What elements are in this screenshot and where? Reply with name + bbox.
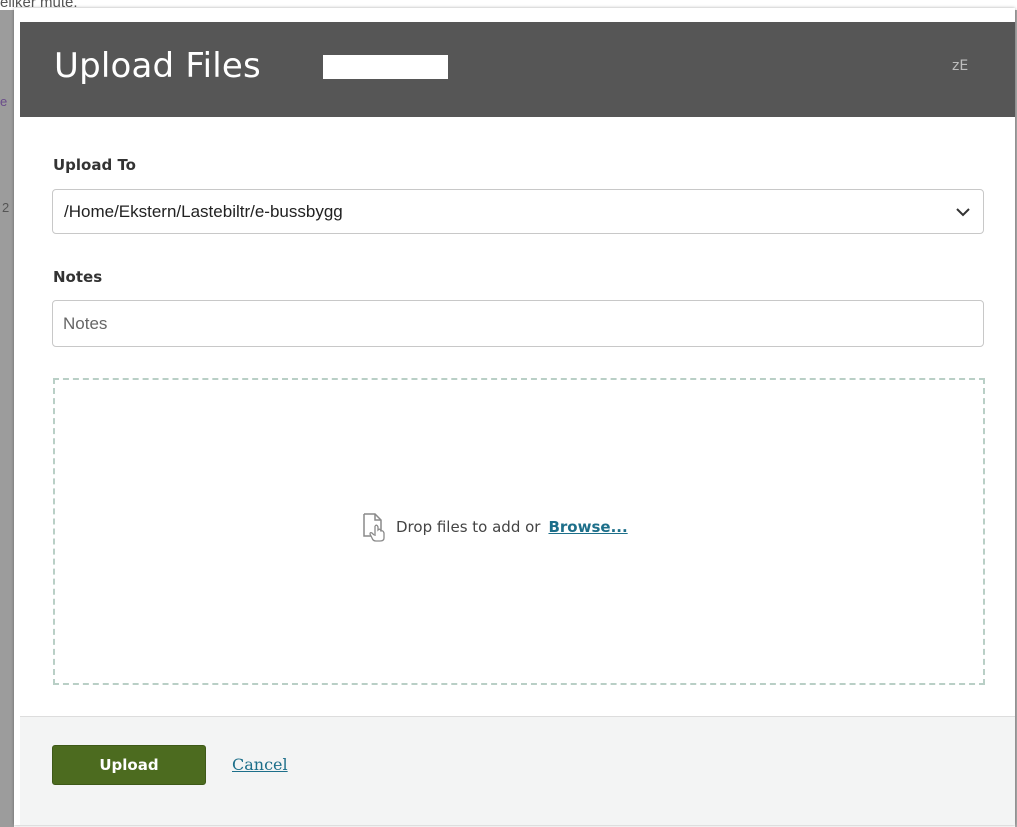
upload-to-select[interactable]: /Home/Ekstern/Lastebiltr/e-bussbygg (52, 189, 984, 234)
file-dropzone[interactable]: Drop files to add or Browse... (53, 378, 985, 685)
background-edge-text: 2 (2, 200, 10, 215)
dropzone-prompt: Drop files to add or Browse... (360, 512, 628, 542)
browse-link[interactable]: Browse... (548, 518, 627, 536)
cancel-link[interactable]: Cancel (232, 755, 288, 774)
dropzone-text: Drop files to add or (396, 518, 541, 536)
upload-to-selected-value: /Home/Ekstern/Lastebiltr/e-bussbygg (64, 202, 343, 221)
upload-button[interactable]: Upload (52, 745, 206, 785)
notes-input[interactable] (52, 300, 984, 347)
redacted-box (323, 55, 448, 79)
upload-to-label: Upload To (53, 156, 136, 174)
modal-backdrop (0, 10, 14, 827)
chevron-down-icon (956, 208, 970, 217)
upload-files-dialog: Upload Files zE Upload To /Home/Ekstern/… (14, 8, 1015, 825)
file-drop-icon (363, 513, 385, 542)
header-options-icon[interactable]: zE (952, 58, 968, 74)
background-edge-text: e (0, 94, 8, 109)
dialog-header: Upload Files zE (20, 22, 1015, 117)
dialog-title: Upload Files (54, 46, 261, 86)
dialog-footer: Upload Cancel (20, 716, 1015, 825)
notes-label: Notes (53, 268, 103, 286)
page: eliker mute. e 2 Upload Files zE Upload … (0, 0, 1017, 827)
